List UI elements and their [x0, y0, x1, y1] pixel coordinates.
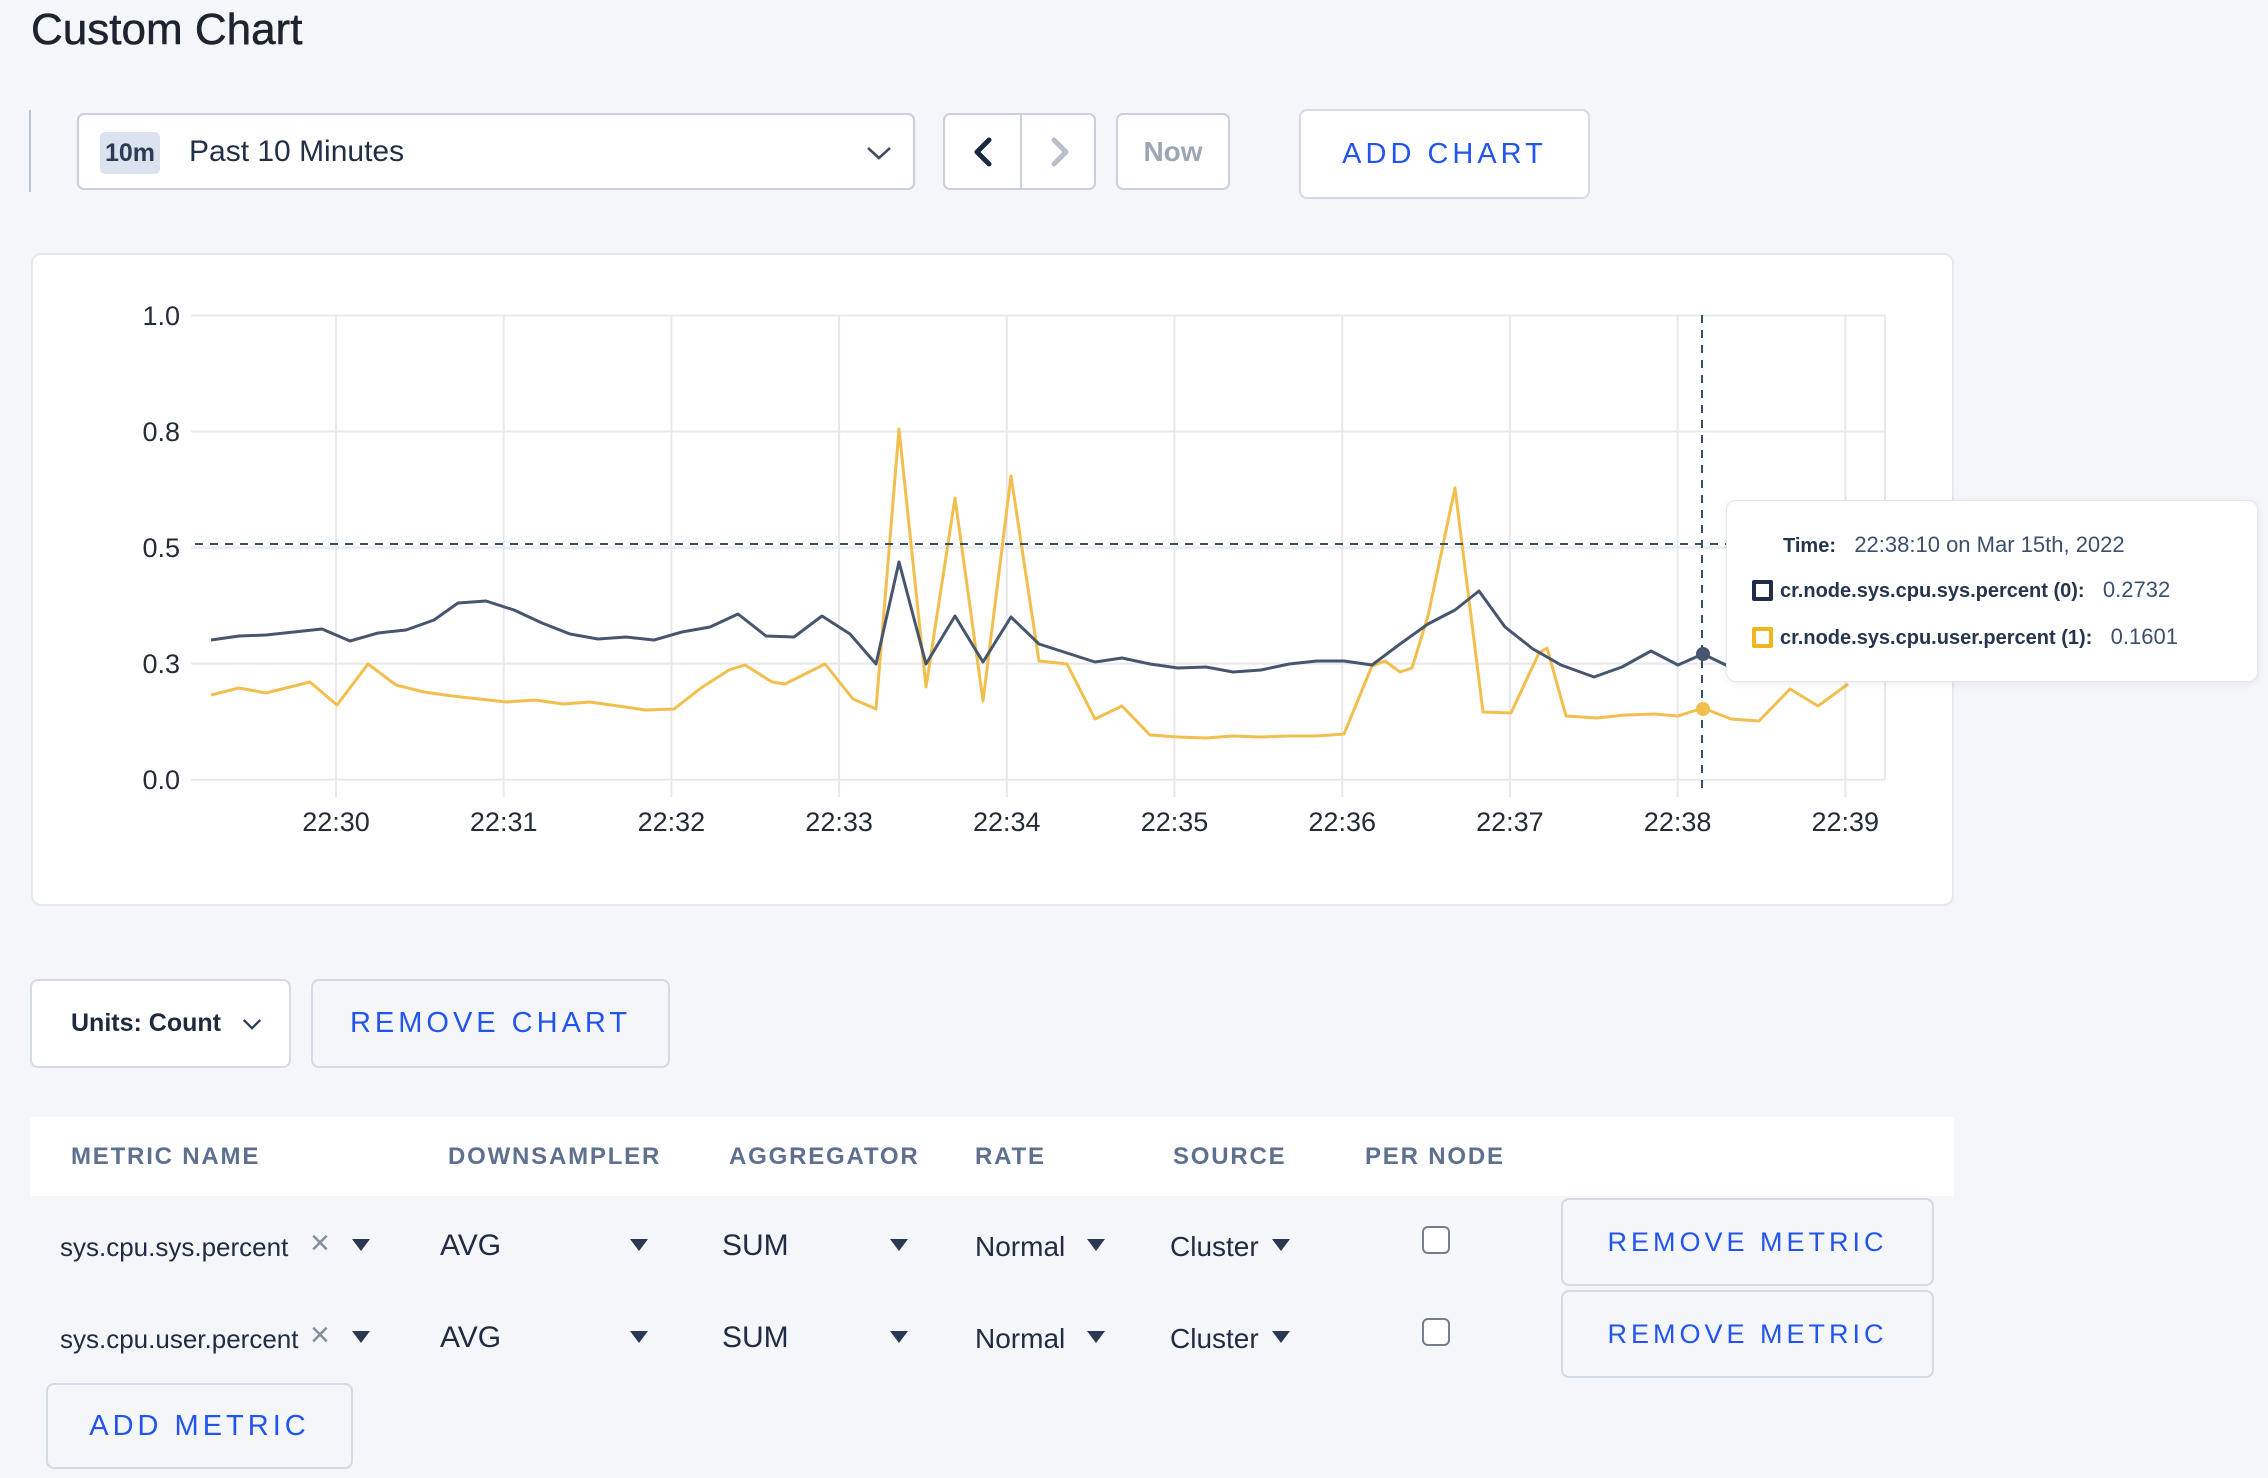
svg-text:22:31: 22:31: [470, 807, 538, 837]
svg-text:22:35: 22:35: [1141, 807, 1209, 837]
svg-text:22:33: 22:33: [805, 807, 873, 837]
svg-text:0.3: 0.3: [142, 649, 180, 679]
svg-text:0.0: 0.0: [142, 765, 180, 795]
svg-text:22:34: 22:34: [973, 807, 1041, 837]
svg-text:1.0: 1.0: [142, 301, 180, 331]
svg-text:22:37: 22:37: [1476, 807, 1544, 837]
svg-text:22:36: 22:36: [1308, 807, 1376, 837]
svg-text:22:39: 22:39: [1812, 807, 1880, 837]
svg-text:22:38: 22:38: [1644, 807, 1712, 837]
svg-text:0.5: 0.5: [142, 533, 180, 563]
svg-text:22:32: 22:32: [638, 807, 706, 837]
svg-text:0.8: 0.8: [142, 417, 180, 447]
svg-text:22:30: 22:30: [302, 807, 370, 837]
